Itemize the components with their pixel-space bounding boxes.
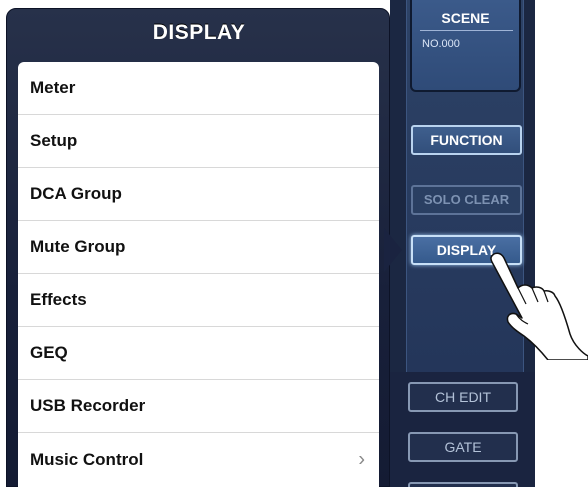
menu-item-label: Effects (30, 290, 87, 309)
scene-display[interactable]: SCENE NO.000 (410, 0, 521, 92)
menu-item-usb-recorder[interactable]: USB Recorder (18, 380, 379, 433)
menu-item-setup[interactable]: Setup (18, 115, 379, 168)
menu-item-label: USB Recorder (30, 396, 146, 415)
menu-item-label: Mute Group (30, 237, 126, 256)
scene-divider (420, 30, 513, 31)
chevron-right-icon: › (358, 448, 365, 470)
partial-button[interactable] (408, 482, 518, 487)
popover-title: DISPLAY (152, 21, 246, 44)
solo-clear-button[interactable]: SOLO CLEAR (411, 185, 522, 215)
menu-item-meter[interactable]: Meter (18, 62, 379, 115)
menu-item-label: GEQ (30, 343, 68, 362)
gate-button[interactable]: GATE (408, 432, 518, 462)
menu-item-geq[interactable]: GEQ (18, 327, 379, 380)
menu-item-label: Setup (30, 131, 78, 150)
menu-item-mute-group[interactable]: Mute Group (18, 221, 379, 274)
menu-item-label: DCA Group (30, 184, 122, 203)
menu-item-dca-group[interactable]: DCA Group (18, 168, 379, 221)
hand-pointer-icon (490, 252, 588, 360)
menu-item-music-control[interactable]: Music Control › (18, 433, 379, 486)
function-button[interactable]: FUNCTION (411, 125, 522, 155)
menu-item-label: Music Control (30, 449, 144, 469)
scene-label: SCENE (441, 10, 490, 26)
menu-item-label: Meter (30, 78, 76, 97)
ch-edit-button[interactable]: CH EDIT (408, 382, 518, 412)
display-menu: Meter Setup DCA Group Mute Group Effects… (18, 62, 379, 487)
menu-item-effects[interactable]: Effects (18, 274, 379, 327)
popover-arrow (384, 228, 402, 272)
scene-number: NO.000 (422, 38, 460, 50)
